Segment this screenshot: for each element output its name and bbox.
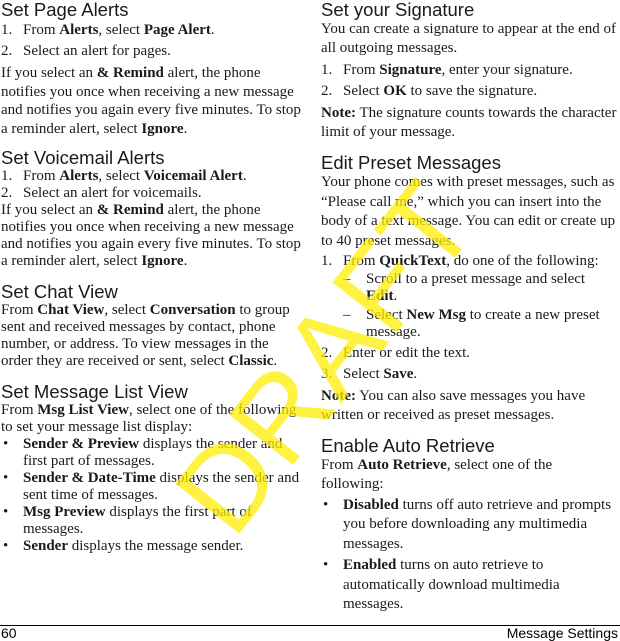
paragraph: You can create a signature to appear at … <box>321 21 617 56</box>
section-signature: Set your Signature You can create a sign… <box>321 0 617 142</box>
section-chat-view: Set Chat View From Chat View, select Con… <box>1 282 301 370</box>
steps-list: 1. From QuickText, do one of the followi… <box>321 253 617 383</box>
section-heading: Set Chat View <box>1 281 118 302</box>
option-item: • Msg Preview displays the first part of… <box>3 504 252 537</box>
section-message-list-view: Set Message List View From Msg List View… <box>1 382 301 555</box>
bullet-icon: • <box>3 470 9 486</box>
steps-list: 1. From Alerts, select Voicemail Alert. … <box>1 168 301 202</box>
page-number: 60 <box>1 625 17 641</box>
step-item: 1. From Signature, enter your signature. <box>321 62 573 78</box>
section-heading: Set Page Alerts <box>1 0 129 20</box>
paragraph: From Auto Retrieve, select one of the fo… <box>321 456 553 492</box>
dash-icon: – <box>343 270 351 287</box>
dash-icon: – <box>343 306 351 323</box>
paragraph: From Chat View, select Conversation to g… <box>1 302 290 369</box>
steps-list: 1. From Alerts, select Page Alert. 2. Se… <box>1 22 301 60</box>
section-heading: Set Message List View <box>1 381 188 402</box>
bullet-icon: • <box>323 496 329 513</box>
section-title: Message Settings <box>506 625 618 641</box>
option-item: • Sender & Date-Time displays the sender… <box>3 470 300 503</box>
paragraph: From Msg List View, select one of the fo… <box>1 402 297 435</box>
paragraph: If you select an & Remind alert, the pho… <box>1 202 301 269</box>
section-heading: Edit Preset Messages <box>321 152 501 173</box>
right-column: Set your Signature You can create a sign… <box>321 0 617 615</box>
section-preset-messages: Edit Preset Messages Your phone comes wi… <box>321 153 617 425</box>
step-item: 1. From QuickText, do one of the followi… <box>321 253 617 341</box>
bullet-icon: • <box>3 538 9 554</box>
left-column: Set Page Alerts 1. From Alerts, select P… <box>1 0 301 555</box>
step-item: 1. From Alerts, select Voicemail Alert. <box>1 168 247 184</box>
option-item: • Enabled turns on auto retrieve to auto… <box>323 557 560 612</box>
bullet-icon: • <box>323 557 329 573</box>
step-item: 3. Select Save. <box>321 365 418 382</box>
step-item: 2. Select OK to save the signature. <box>321 83 538 99</box>
bullet-icon: • <box>3 504 9 520</box>
options-list: • Disabled turns off auto retrieve and p… <box>321 496 617 615</box>
substep-item: – Select New Msg to create a new preset … <box>343 306 600 340</box>
note: Note: The signature counts towards the c… <box>321 105 617 140</box>
paragraph: If you select an & Remind alert, the pho… <box>1 65 301 137</box>
options-list: • Sender & Preview displays the sender a… <box>1 436 301 555</box>
section-auto-retrieve: Enable Auto Retrieve From Auto Retrieve,… <box>321 434 617 615</box>
step-item: 2. Select an alert for voicemails. <box>1 185 202 201</box>
option-item: • Sender displays the message sender. <box>3 538 244 554</box>
section-page-alerts: Set Page Alerts 1. From Alerts, select P… <box>1 0 301 138</box>
bullet-icon: • <box>3 436 9 452</box>
step-item: 1. From Alerts, select Page Alert. <box>1 22 215 38</box>
substeps-list: – Scroll to a preset message and select … <box>343 271 617 341</box>
note: Note: You can also save messages you hav… <box>321 387 586 423</box>
section-heading: Set Voicemail Alerts <box>1 147 165 168</box>
paragraph: Your phone comes with preset messages, s… <box>321 174 616 249</box>
section-voicemail-alerts: Set Voicemail Alerts 1. From Alerts, sel… <box>1 148 301 270</box>
step-item: 2. Select an alert for pages. <box>1 43 171 59</box>
option-item: • Sender & Preview displays the sender a… <box>3 436 283 469</box>
option-item: • Disabled turns off auto retrieve and p… <box>323 496 612 552</box>
substep-item: – Scroll to a preset message and select … <box>343 270 586 304</box>
steps-list: 1. From Signature, enter your signature.… <box>321 62 617 100</box>
section-heading: Enable Auto Retrieve <box>321 434 495 456</box>
section-heading: Set your Signature <box>321 0 475 20</box>
step-item: 2. Enter or edit the text. <box>321 344 471 361</box>
